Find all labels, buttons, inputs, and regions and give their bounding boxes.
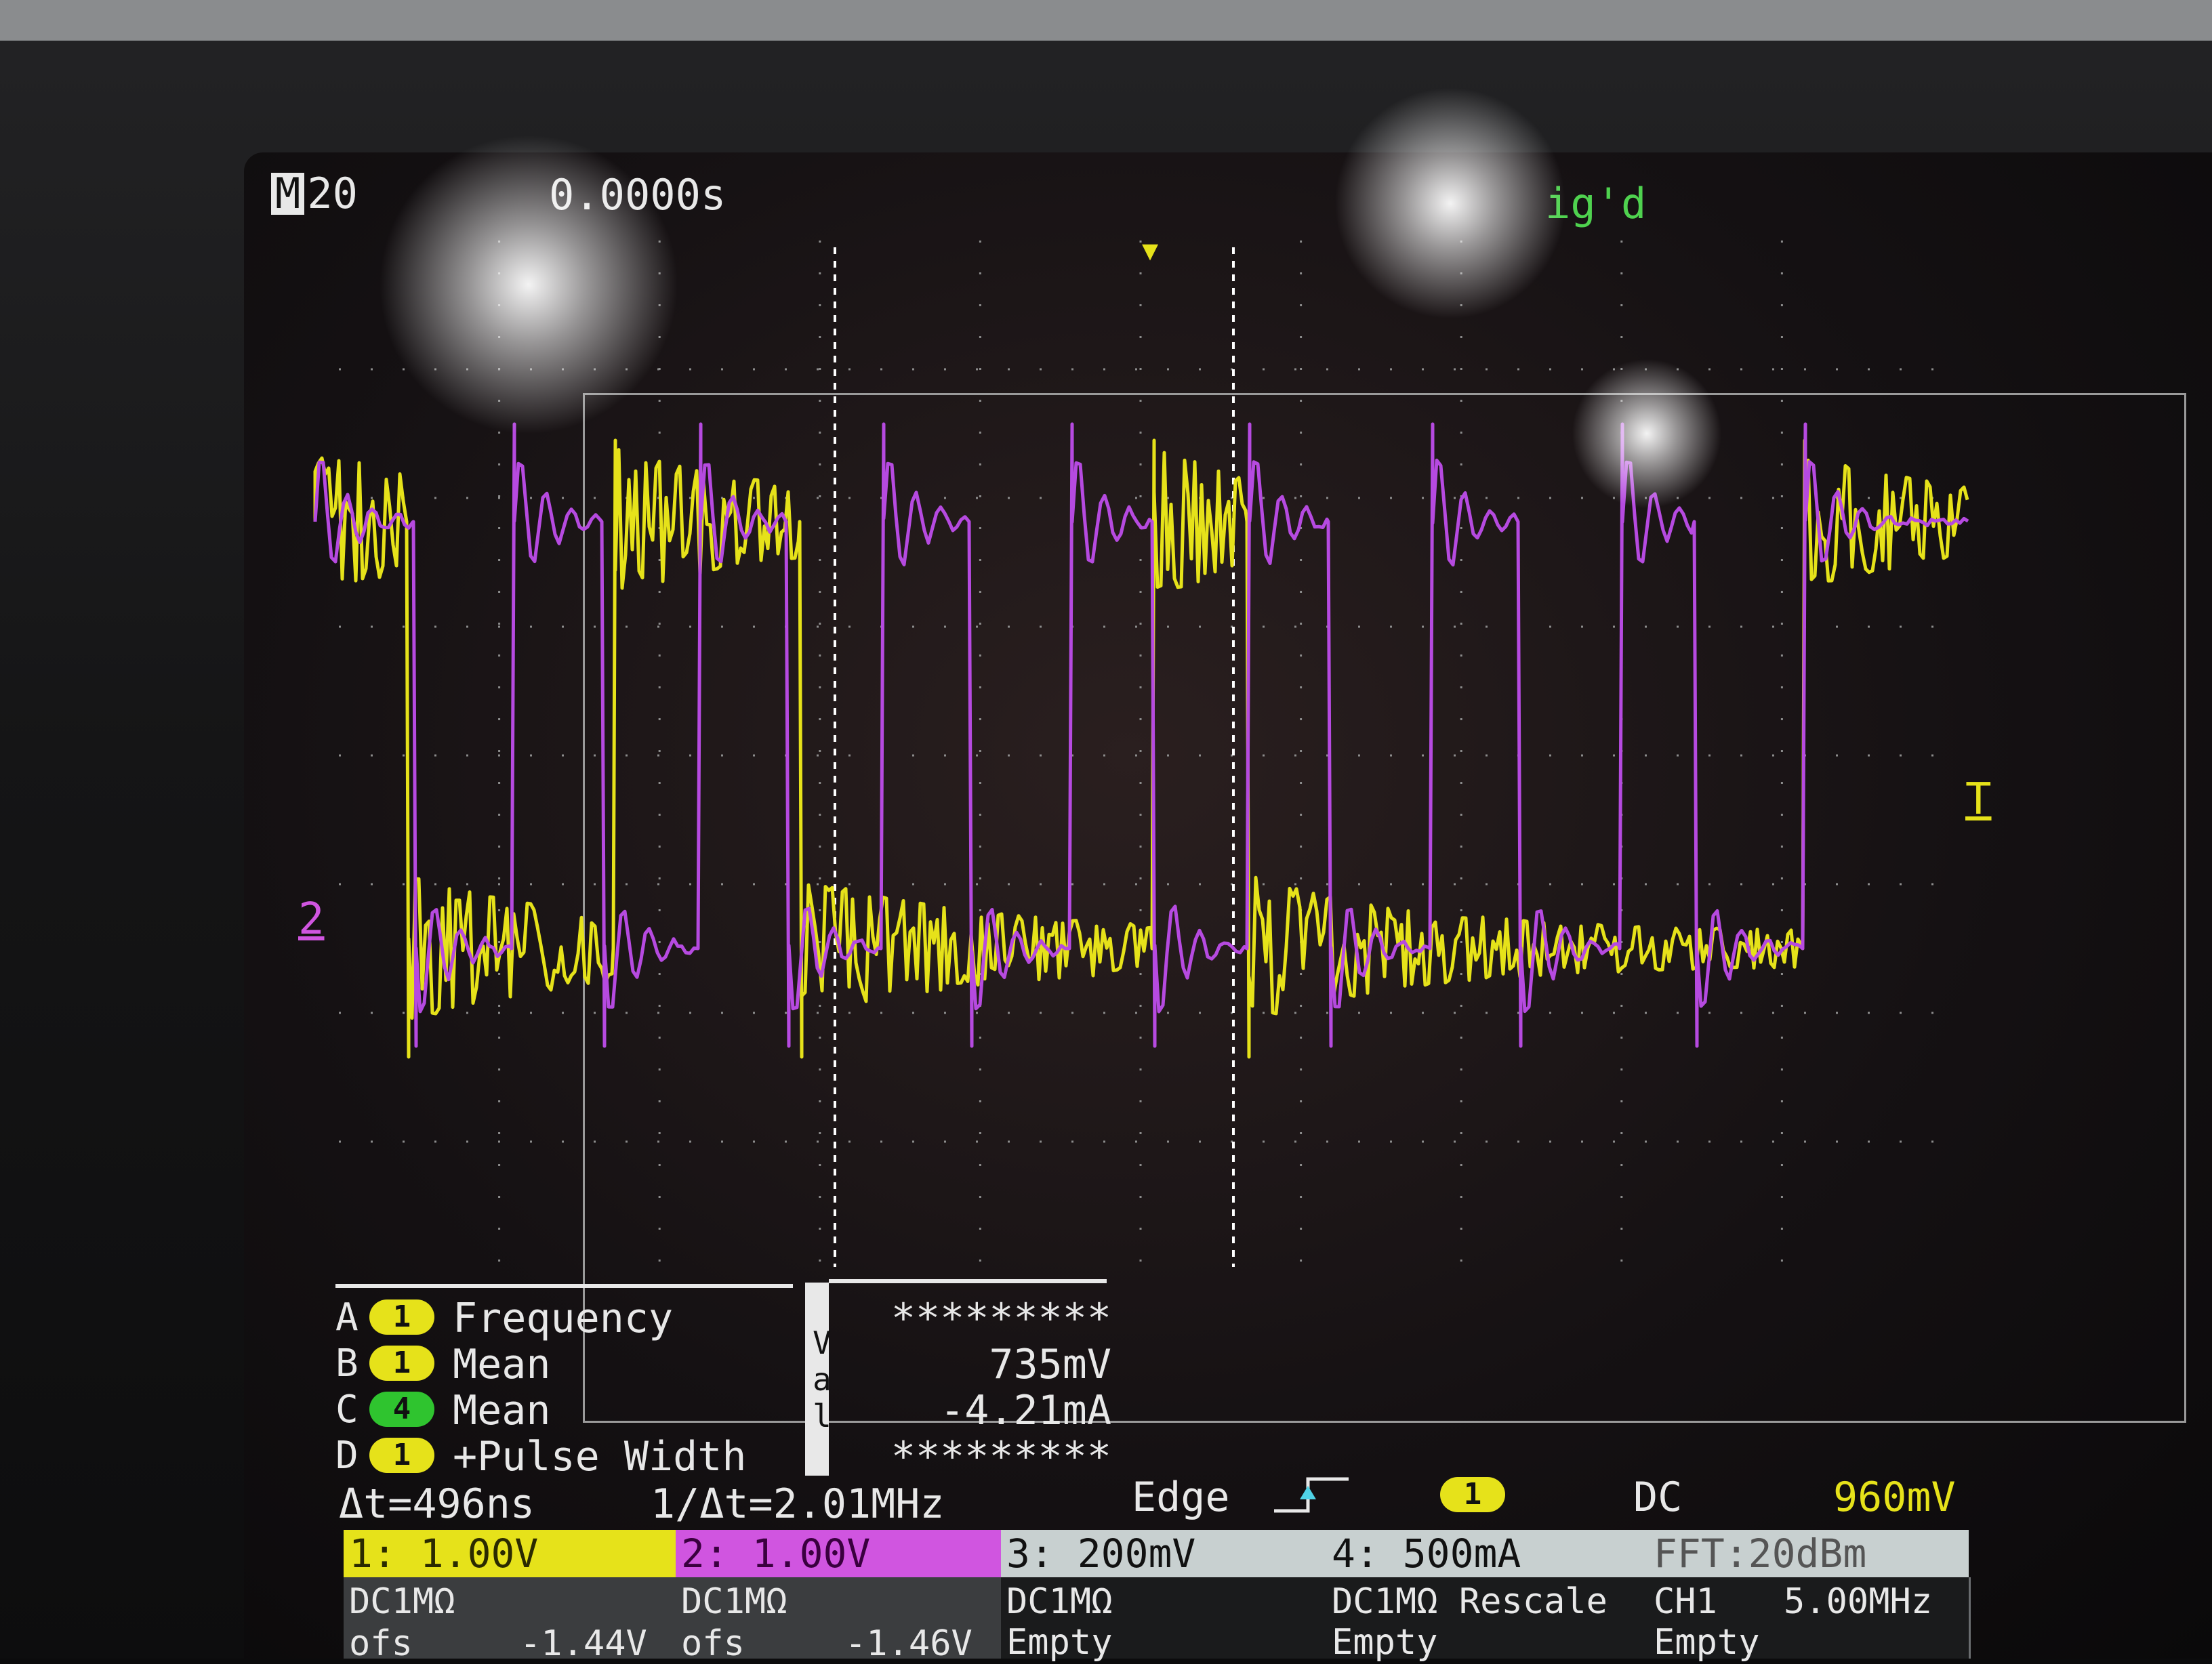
ch2-offset-label: ofs xyxy=(681,1623,745,1664)
fft-frequency: 5.00MHz xyxy=(1784,1581,1933,1622)
measurement-letter: A xyxy=(335,1295,359,1339)
measurement-source-badge: 1 xyxy=(369,1346,434,1381)
measurement-source-badge: 4 xyxy=(369,1392,434,1427)
measurement-name[interactable]: Mean xyxy=(453,1344,551,1385)
trigger-type: Edge xyxy=(1132,1474,1230,1521)
fft-coupling: CH1 xyxy=(1654,1581,1717,1622)
ch3-scale-button[interactable]: 3: 200mV xyxy=(1001,1530,1326,1577)
trigger-level: 960mV xyxy=(1833,1474,1956,1521)
trigger-source-badge: 1 xyxy=(1440,1477,1505,1512)
measurement-value: ********* xyxy=(890,1295,1111,1342)
ch3-coupling: DC1MΩ xyxy=(1006,1581,1113,1622)
val-label: Val xyxy=(804,1325,840,1434)
measurement-source-badge: 1 xyxy=(369,1299,434,1335)
measurement-value: ********* xyxy=(890,1433,1111,1480)
ch3-status: Empty xyxy=(1006,1622,1113,1663)
screen-glare-2 xyxy=(1335,88,1565,318)
trigger-level-marker: T xyxy=(1965,774,1992,825)
fft-status: Empty xyxy=(1654,1622,1760,1663)
measurement-source-badge: 1 xyxy=(369,1438,434,1473)
ch2-ground-marker: 2 xyxy=(298,894,325,944)
ch1-scale-button[interactable]: 1: 1.00V xyxy=(344,1530,676,1577)
value-top-rule xyxy=(829,1279,1107,1283)
trigger-position-marker: ▼ xyxy=(1142,235,1159,266)
ch2-scale-button[interactable]: 2: 1.00V xyxy=(676,1530,1001,1577)
ch4-coupling: DC1MΩ Rescale xyxy=(1332,1581,1607,1622)
measurement-letter: D xyxy=(335,1434,359,1478)
ch2-coupling: DC1MΩ xyxy=(681,1581,787,1622)
measurement-name[interactable]: Mean xyxy=(453,1390,551,1431)
ch1-offset-label: ofs xyxy=(349,1623,413,1664)
fft-scale-button[interactable]: FFT:20dBm xyxy=(1648,1530,1969,1577)
cursor-delta-t: Δt=496ns xyxy=(339,1480,535,1528)
measurement-value: -4.21mA xyxy=(940,1387,1111,1434)
measurement-name[interactable]: +Pulse Width xyxy=(453,1436,746,1477)
ch4-status: Empty xyxy=(1332,1622,1438,1663)
screen-glare-3 xyxy=(1572,359,1721,508)
measurement-letter: B xyxy=(335,1341,359,1386)
measurement-top-rule xyxy=(335,1284,793,1288)
measurement-letter: C xyxy=(335,1388,359,1432)
ch4-scale-button[interactable]: 4: 500mA xyxy=(1326,1530,1648,1577)
rising-edge-icon xyxy=(1274,1474,1349,1514)
ch1-offset-value: -1.44V xyxy=(520,1623,647,1664)
measurement-name[interactable]: Frequency xyxy=(453,1298,673,1339)
screen-glare-1 xyxy=(380,136,678,434)
cursor-inverse-delta-t: 1/Δt=2.01MHz xyxy=(651,1480,945,1528)
ch1-coupling: DC1MΩ xyxy=(349,1581,455,1622)
ch2-offset-value: -1.46V xyxy=(845,1623,972,1664)
trigger-coupling: DC xyxy=(1633,1474,1683,1521)
measurement-value: 735mV xyxy=(989,1341,1111,1388)
